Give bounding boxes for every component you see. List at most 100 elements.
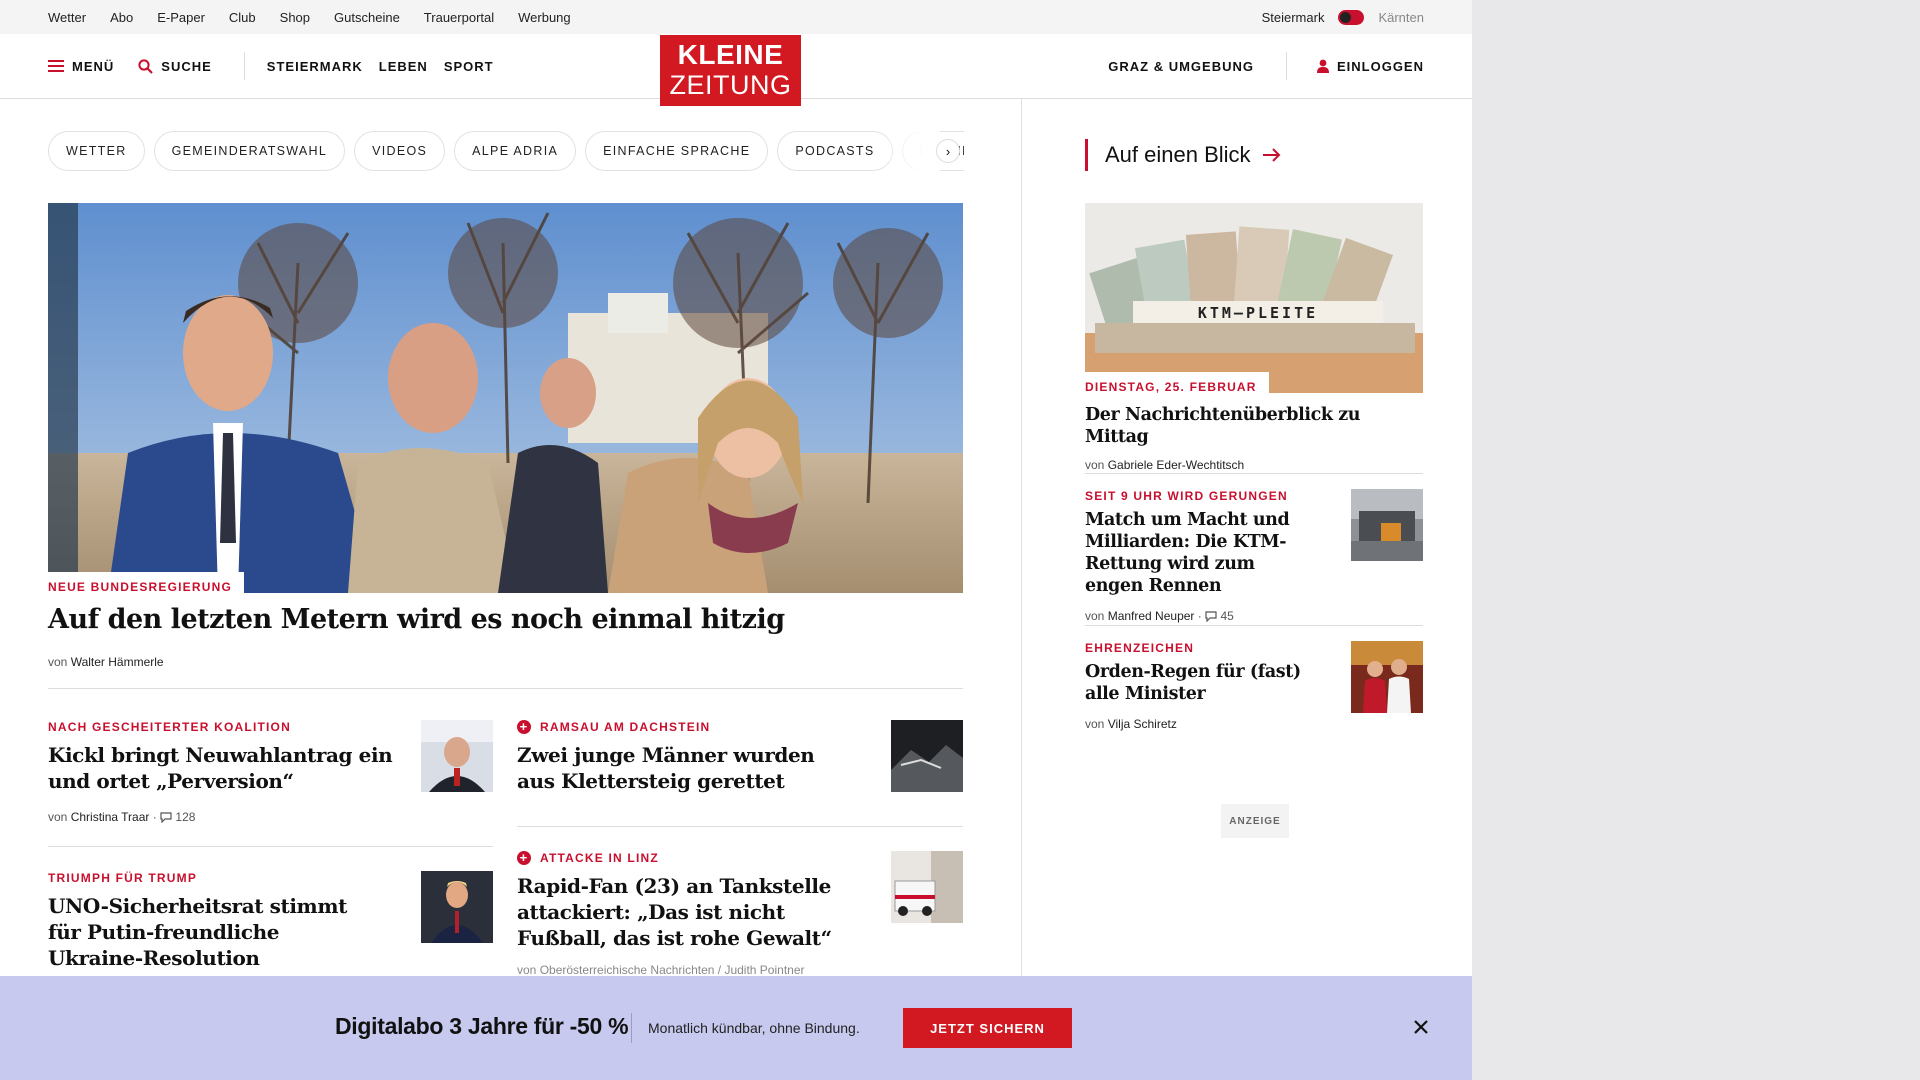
- menu-button[interactable]: MENÜ: [48, 59, 114, 74]
- viewport-gutter: [1472, 0, 1920, 1080]
- comment-icon: [1205, 610, 1217, 622]
- utility-link-shop[interactable]: Shop: [280, 10, 310, 25]
- column-divider: [1021, 99, 1022, 999]
- article-kicker: RAMSAU AM DACHSTEIN: [540, 720, 711, 734]
- article-title[interactable]: Kickl bringt Neuwahlantrag ein und ortet…: [48, 742, 418, 794]
- sidebar-heading[interactable]: Auf einen Blick: [1085, 139, 1281, 171]
- utility-link-wetter[interactable]: Wetter: [48, 10, 86, 25]
- utility-link-abo[interactable]: Abo: [110, 10, 133, 25]
- sidebar-divider: [1085, 473, 1423, 474]
- sidebar-item[interactable]: Der Nachrichtenüberblick zu Mittag von G…: [1085, 400, 1423, 472]
- sidebar-item-title[interactable]: Match um Macht und Milliarden: Die KTM-R…: [1085, 509, 1305, 597]
- article-title[interactable]: UNO-Sicherheitsrat stimmt für Putin-freu…: [48, 893, 348, 971]
- sidebar-divider: [1085, 625, 1423, 626]
- promo-subtitle: Monatlich kündbar, ohne Bindung.: [648, 1020, 860, 1036]
- article-thumbnail[interactable]: [421, 871, 493, 943]
- article-thumbnail[interactable]: [891, 851, 963, 923]
- sidebar-kicker: EHRENZEICHEN: [1085, 641, 1195, 655]
- promo-title: Digitalabo 3 Jahre für -50 %: [335, 1013, 629, 1039]
- article-byline: von Christina Traar · 128: [48, 810, 196, 824]
- byline-prefix: von: [1085, 717, 1105, 731]
- region-steiermark[interactable]: Steiermark: [1262, 10, 1325, 25]
- pill-einfache-sprache[interactable]: EINFACHE SPRACHE: [585, 131, 769, 171]
- article-card[interactable]: TRIUMPH FÜR TRUMP UNO-Sicherheitsrat sti…: [48, 871, 348, 971]
- sidebar-kicker: SEIT 9 UHR WIRD GERUNGEN: [1085, 489, 1288, 503]
- sidebar-author[interactable]: Gabriele Eder-Wechtitsch: [1108, 458, 1245, 472]
- pill-podcasts[interactable]: PODCASTS: [777, 131, 893, 171]
- search-button[interactable]: SUCHE: [138, 59, 212, 74]
- image-text: KTM—PLEITE: [1198, 304, 1318, 322]
- pill-wetter[interactable]: WETTER: [48, 131, 145, 171]
- close-icon: [1414, 1020, 1428, 1034]
- sidebar-item-title[interactable]: Der Nachrichtenüberblick zu Mittag: [1085, 404, 1423, 448]
- nav-leben[interactable]: LEBEN: [379, 59, 428, 74]
- topic-pills: WETTER GEMEINDERATSWAHL VIDEOS ALPE ADRI…: [48, 131, 964, 171]
- hero-byline-prefix: von: [48, 655, 68, 669]
- article-title[interactable]: Zwei junge Männer wurden aus Kletterstei…: [517, 742, 847, 794]
- utility-link-gutscheine[interactable]: Gutscheine: [334, 10, 400, 25]
- article-thumbnail[interactable]: [421, 720, 493, 792]
- article-title[interactable]: Rapid-Fan (23) an Tankstelle attackiert:…: [517, 873, 877, 951]
- nav-graz-umgebung[interactable]: GRAZ & UMGEBUNG: [1108, 59, 1254, 74]
- region-kaernten[interactable]: Kärnten: [1378, 10, 1424, 25]
- utility-link-werbung[interactable]: Werbung: [518, 10, 571, 25]
- hero-title[interactable]: Auf den letzten Metern wird es noch einm…: [48, 604, 785, 635]
- header-nav: MENÜ SUCHE STEIERMARK LEBEN SPORT: [48, 34, 510, 98]
- logo-line-1: KLEINE: [677, 39, 784, 70]
- login-button[interactable]: EINLOGGEN: [1316, 59, 1424, 74]
- sidebar-kicker: DIENSTAG, 25. FEBRUAR: [1085, 380, 1257, 394]
- nav-steiermark[interactable]: STEIERMARK: [267, 59, 363, 74]
- hero-image[interactable]: [48, 203, 963, 593]
- sidebar-thumbnail[interactable]: [1351, 489, 1423, 561]
- sidebar-byline: von Manfred Neuper · 45: [1085, 609, 1234, 623]
- promo-divider: [631, 1013, 632, 1043]
- article-divider: [517, 826, 963, 827]
- ad-label: ANZEIGE: [1221, 804, 1289, 838]
- article-byline: von Oberösterreichische Nachrichten / Ju…: [517, 963, 877, 977]
- article-author[interactable]: Oberösterreichische Nachrichten / Judith…: [540, 963, 805, 977]
- sidebar-byline: von Vilja Schiretz: [1085, 717, 1305, 731]
- header-divider-right: [1285, 52, 1287, 80]
- sidebar-item-title[interactable]: Orden-Regen für (fast) alle Minister: [1085, 661, 1305, 705]
- article-card[interactable]: NACH GESCHEITERTER KOALITION Kickl bring…: [48, 720, 418, 824]
- hero-author[interactable]: Walter Hämmerle: [71, 655, 164, 669]
- utility-link-trauerportal[interactable]: Trauerportal: [424, 10, 494, 25]
- sidebar-byline: von Gabriele Eder-Wechtitsch: [1085, 458, 1423, 472]
- byline-prefix: von: [1085, 609, 1105, 623]
- hero-byline: von Walter Hämmerle: [48, 655, 164, 669]
- article-card[interactable]: + RAMSAU AM DACHSTEIN Zwei junge Männer w…: [517, 720, 847, 794]
- search-icon: [138, 58, 154, 74]
- article-kicker: TRIUMPH FÜR TRUMP: [48, 871, 198, 885]
- kleine-zeitung-logo[interactable]: KLEINE ZEITUNG: [660, 35, 801, 106]
- pill-videos[interactable]: VIDEOS: [354, 131, 446, 171]
- sidebar-item[interactable]: SEIT 9 UHR WIRD GERUNGEN Match um Macht …: [1085, 489, 1305, 623]
- plus-icon: +: [517, 851, 531, 865]
- close-banner-button[interactable]: [1410, 1016, 1432, 1038]
- region-switch: Steiermark Kärnten: [1262, 0, 1424, 34]
- utility-link-epaper[interactable]: E-Paper: [157, 10, 205, 25]
- pill-gemeinderatswahl[interactable]: GEMEINDERATSWAHL: [153, 131, 346, 171]
- article-author[interactable]: Christina Traar: [71, 810, 150, 824]
- page: Wetter Abo E-Paper Club Shop Gutscheine …: [0, 0, 1472, 1080]
- sidebar-item[interactable]: EHRENZEICHEN Orden-Regen für (fast) alle…: [1085, 641, 1305, 731]
- arrow-right-icon: [1262, 148, 1280, 162]
- pills-next-button[interactable]: ›: [936, 139, 960, 163]
- promo-cta-button[interactable]: JETZT SICHERN: [903, 1008, 1072, 1048]
- sidebar-author[interactable]: Vilja Schiretz: [1108, 717, 1177, 731]
- byline-prefix: von: [48, 810, 68, 824]
- sidebar-thumbnail[interactable]: [1351, 641, 1423, 713]
- hero-kicker: NEUE BUNDESREGIERUNG: [48, 572, 245, 594]
- header-right: GRAZ & UMGEBUNG EINLOGGEN: [1108, 34, 1424, 98]
- main-header: MENÜ SUCHE STEIERMARK LEBEN SPORT KLEINE…: [0, 34, 1472, 106]
- byline-prefix: von: [517, 963, 537, 977]
- region-toggle[interactable]: [1338, 9, 1365, 25]
- pill-alpe-adria[interactable]: ALPE ADRIA: [454, 131, 577, 171]
- article-thumbnail[interactable]: [891, 720, 963, 792]
- sidebar-author[interactable]: Manfred Neuper: [1108, 609, 1195, 623]
- utility-bar: Wetter Abo E-Paper Club Shop Gutscheine …: [0, 0, 1472, 34]
- article-card[interactable]: + ATTACKE IN LINZ Rapid-Fan (23) an Tanks…: [517, 851, 877, 977]
- sidebar-image[interactable]: KTM—PLEITE: [1085, 203, 1423, 393]
- sidebar-kicker-wrap: DIENSTAG, 25. FEBRUAR: [1085, 372, 1269, 394]
- utility-link-club[interactable]: Club: [229, 10, 256, 25]
- nav-sport[interactable]: SPORT: [444, 59, 494, 74]
